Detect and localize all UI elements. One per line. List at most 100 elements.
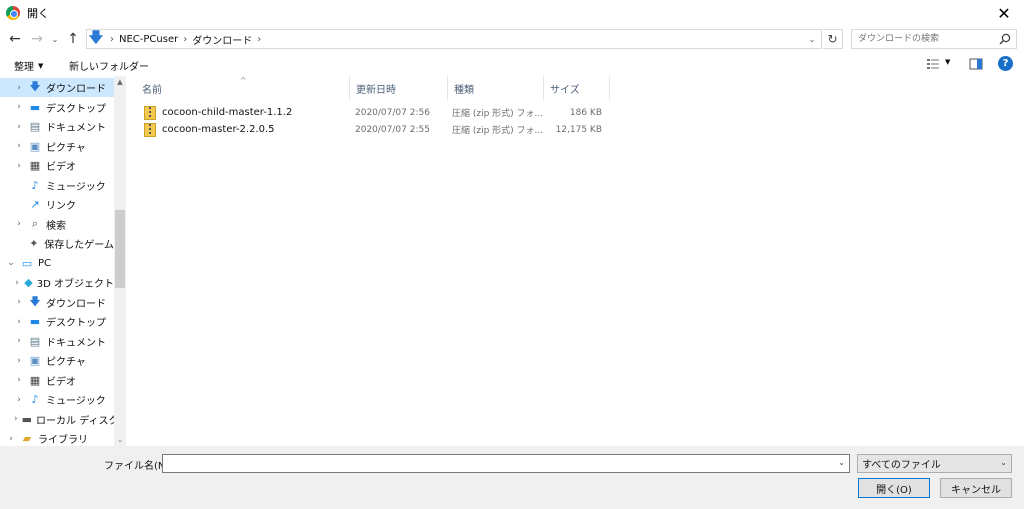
scroll-down-icon[interactable]: ⌄: [114, 434, 126, 446]
nav-item[interactable]: › ▤ ドキュメント: [0, 117, 114, 136]
chevron-right-icon[interactable]: ›: [14, 219, 24, 229]
open-button[interactable]: 開く(O): [858, 478, 930, 498]
search-icon: ⌕: [31, 217, 39, 230]
chevron-right-icon[interactable]: ›: [14, 375, 24, 385]
file-type-select[interactable]: すべてのファイル ⌄: [857, 454, 1012, 473]
file-name-cell: cocoon-master-2.2.0.5: [144, 121, 275, 138]
file-size: 186 KB: [569, 107, 602, 118]
nav-item[interactable]: › ▤ ドキュメント: [0, 332, 114, 351]
pictures-icon: ▣: [29, 139, 41, 153]
nav-item[interactable]: ↗ リンク: [0, 195, 114, 214]
view-options-icon[interactable]: [926, 57, 940, 71]
file-date: 2020/07/07 2:56: [355, 107, 430, 118]
cancel-button[interactable]: キャンセル: [940, 478, 1012, 498]
filename-input[interactable]: [166, 455, 834, 471]
back-arrow-icon[interactable]: ←: [4, 28, 26, 50]
download-icon: 🡇: [29, 294, 41, 308]
column-header-type[interactable]: 種類: [448, 76, 544, 100]
help-icon[interactable]: ?: [998, 56, 1013, 71]
file-name: cocoon-master-2.2.0.5: [162, 124, 275, 135]
breadcrumb-separator[interactable]: ›: [110, 34, 114, 45]
chevron-right-icon[interactable]: ›: [14, 395, 24, 405]
nav-item[interactable]: › ▬ ローカル ディスク (: [0, 410, 126, 429]
address-dropdown-icon[interactable]: ⌄: [805, 32, 819, 46]
organize-label: 整理: [14, 62, 34, 73]
chevron-right-icon[interactable]: ›: [14, 414, 18, 424]
chevron-down-icon: ⌄: [1000, 458, 1007, 467]
search-input[interactable]: [858, 31, 998, 47]
nav-item[interactable]: ✦ 保存したゲーム: [0, 234, 114, 253]
close-button[interactable]: ✕: [984, 0, 1024, 26]
file-row[interactable]: cocoon-child-master-1.1.2 2020/07/07 2:5…: [140, 104, 610, 121]
chevron-right-icon[interactable]: ›: [14, 161, 24, 171]
chevron-right-icon[interactable]: ›: [14, 356, 24, 366]
filename-dropdown-icon[interactable]: ⌄: [838, 458, 845, 467]
breadcrumb-separator[interactable]: ›: [257, 34, 261, 45]
recent-locations-chevron-icon[interactable]: ⌄: [48, 28, 62, 50]
desktop-icon: ▬: [29, 100, 41, 114]
nav-scrollbar[interactable]: ▲ ⌄: [114, 76, 126, 446]
navigation-pane[interactable]: › 🡇 ダウンロード › ▬ デスクトップ › ▤ ドキュメント › ▣ ピクチャ › ▦ ビデオ ♪ ミュージ…: [0, 76, 126, 446]
chevron-right-icon[interactable]: ›: [14, 278, 20, 288]
nav-item-label: ミュージック: [46, 181, 106, 193]
chevron-right-icon[interactable]: ›: [14, 297, 24, 307]
file-date: 2020/07/07 2:55: [355, 124, 430, 135]
search-box[interactable]: [851, 29, 1017, 49]
nav-item[interactable]: › ♪ ミュージック: [0, 390, 114, 409]
chevron-right-icon[interactable]: ›: [14, 83, 24, 93]
chevron-down-icon[interactable]: ⌄: [6, 258, 16, 268]
forward-arrow-icon[interactable]: →: [26, 28, 48, 50]
chevron-right-icon[interactable]: ›: [14, 336, 24, 346]
videos-icon: ▦: [29, 373, 41, 387]
nav-item[interactable]: › ◆ 3D オブジェクト: [0, 273, 114, 292]
chevron-right-icon[interactable]: ›: [14, 122, 24, 132]
breadcrumb-downloads[interactable]: ダウンロード: [192, 32, 252, 47]
address-bar[interactable]: 🡇 › NEC-PCuser › ダウンロード › ⌄: [86, 29, 822, 49]
scroll-up-icon[interactable]: ▲: [114, 76, 126, 88]
caret-down-icon: ▼: [38, 61, 44, 70]
chevron-right-icon[interactable]: ›: [14, 317, 24, 327]
chevron-right-icon[interactable]: ›: [6, 434, 16, 444]
file-list[interactable]: ^ 名前 更新日時 種類 サイズ cocoon-child-master-1.1…: [126, 76, 1024, 446]
link-icon: ↗: [30, 198, 40, 211]
column-header-date[interactable]: 更新日時: [350, 76, 448, 100]
breadcrumb-separator[interactable]: ›: [183, 34, 187, 45]
preview-pane-icon[interactable]: [969, 57, 983, 71]
view-dropdown-icon[interactable]: ▼: [945, 58, 950, 66]
up-arrow-icon[interactable]: ↑: [62, 28, 84, 50]
magnifier-icon[interactable]: [998, 32, 1012, 46]
scroll-thumb[interactable]: [115, 210, 125, 288]
chevron-right-icon[interactable]: ›: [14, 141, 24, 151]
file-row[interactable]: cocoon-master-2.2.0.5 2020/07/07 2:55 圧縮…: [140, 121, 610, 138]
desktop-icon: ▬: [29, 315, 41, 328]
nav-item-label: ピクチャ: [46, 357, 86, 368]
filename-combobox[interactable]: ⌄: [162, 454, 850, 473]
organize-button[interactable]: 整理 ▼: [14, 58, 44, 74]
nav-item[interactable]: › 🡇 ダウンロード: [0, 78, 114, 97]
new-folder-button[interactable]: 新しいフォルダー: [69, 58, 149, 73]
nav-item[interactable]: ⌄ ▭ PC: [0, 254, 114, 273]
nav-item[interactable]: › ⌕ 検索: [0, 215, 114, 234]
games-icon: ✦: [29, 237, 39, 250]
nav-item[interactable]: › 🡇 ダウンロード: [0, 293, 114, 312]
chevron-right-icon[interactable]: ›: [14, 102, 24, 112]
nav-item[interactable]: › ▣ ピクチャ: [0, 137, 114, 156]
download-icon: 🡇: [29, 80, 41, 93]
column-header-name[interactable]: 名前: [136, 76, 350, 100]
nav-item[interactable]: › ▬ デスクトップ: [0, 98, 114, 117]
nav-item-label: 3D オブジェクト: [36, 279, 114, 290]
breadcrumb-user[interactable]: NEC-PCuser: [119, 34, 178, 45]
column-header-size[interactable]: サイズ: [544, 76, 610, 100]
nav-item[interactable]: › ▦ ビデオ: [0, 371, 114, 390]
nav-item-label: リンク: [46, 201, 76, 212]
nav-item[interactable]: › ▦ ビデオ: [0, 156, 114, 175]
3d-objects-icon: ◆: [24, 276, 33, 289]
nav-item[interactable]: › ▬ デスクトップ: [0, 312, 114, 331]
nav-item-label: ビデオ: [46, 162, 76, 173]
local-disk-icon: ▬: [21, 412, 33, 426]
nav-item[interactable]: › ▣ ピクチャ: [0, 351, 114, 370]
nav-item[interactable]: › ▰ ライブラリ: [0, 429, 114, 446]
refresh-button[interactable]: ↻: [823, 29, 843, 49]
videos-icon: ▦: [29, 159, 41, 172]
nav-item[interactable]: ♪ ミュージック: [0, 176, 114, 195]
